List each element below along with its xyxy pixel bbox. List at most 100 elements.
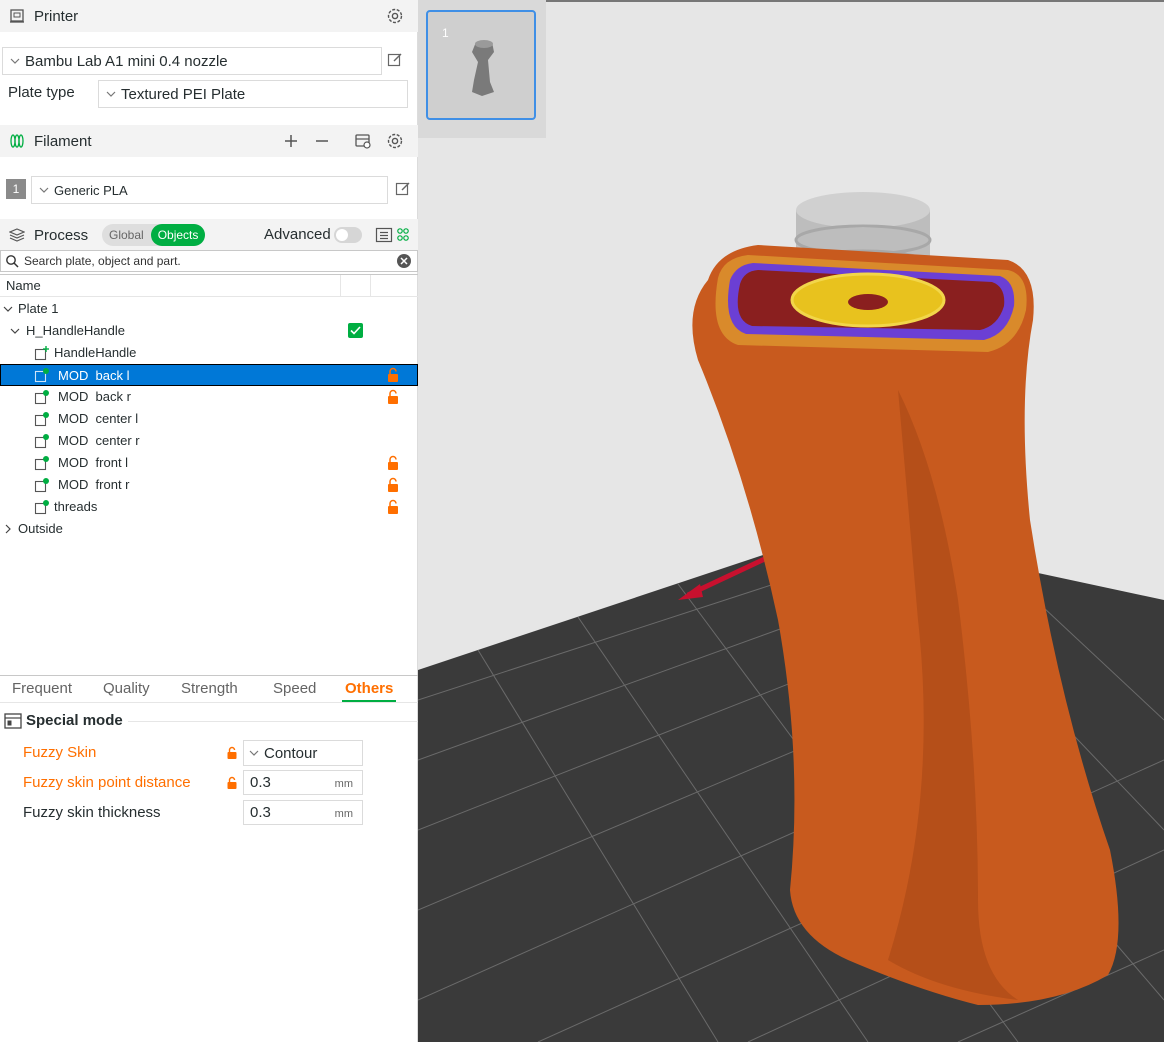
- search-placeholder: Search plate, object and part.: [24, 254, 181, 268]
- plate-type-label: Plate type: [8, 84, 75, 101]
- modifier-label: MOD front l: [58, 455, 129, 470]
- modifier-icon: [34, 434, 49, 449]
- part-icon: [34, 346, 49, 361]
- printer-title: Printer: [34, 7, 79, 25]
- printer-preset-value: Bambu Lab A1 mini 0.4 nozzle: [25, 52, 228, 70]
- chevron-down-icon: [249, 750, 259, 756]
- modifier-label: MOD front r: [58, 477, 130, 492]
- unlocked-icon[interactable]: [386, 477, 400, 493]
- advanced-label: Advanced: [264, 226, 331, 243]
- unit-label: mm: [334, 808, 353, 820]
- tree-row-modifier-selected[interactable]: MOD back l: [0, 364, 418, 386]
- scene-canvas[interactable]: [418, 0, 1164, 1042]
- tree-row-outside[interactable]: Outside: [0, 518, 418, 540]
- fuzzy-point-distance-label: Fuzzy skin point distance: [23, 774, 191, 791]
- tab-frequent[interactable]: Frequent: [12, 680, 72, 697]
- plate-type-select[interactable]: Textured PEI Plate: [98, 80, 408, 108]
- fuzzy-thickness-label: Fuzzy skin thickness: [23, 804, 161, 821]
- name-column-header[interactable]: Name: [6, 278, 41, 293]
- outside-label: Outside: [18, 521, 63, 536]
- search-icon: [6, 255, 19, 268]
- sync-ams-icon[interactable]: [354, 132, 372, 150]
- plate-type-value: Textured PEI Plate: [121, 85, 246, 103]
- modifier-label: MOD center r: [58, 433, 140, 448]
- modifier-icon: [34, 412, 49, 427]
- tree-row-modifier[interactable]: MOD back r: [0, 386, 418, 408]
- filament-slot-number[interactable]: 1: [6, 179, 26, 199]
- tree-row-object[interactable]: H_HandleHandle: [0, 320, 418, 342]
- tab-others[interactable]: Others: [345, 680, 393, 697]
- tree-row-modifier[interactable]: MOD center l: [0, 408, 418, 430]
- modifier-label: MOD back r: [58, 389, 131, 404]
- tab-quality[interactable]: Quality: [103, 680, 150, 697]
- unlocked-icon[interactable]: [386, 389, 400, 405]
- filament-icon: [8, 132, 26, 150]
- printer-icon: [8, 7, 26, 25]
- printable-checkbox[interactable]: [348, 323, 363, 338]
- special-mode-icon: [4, 713, 22, 729]
- tab-strength[interactable]: Strength: [181, 680, 238, 697]
- tree-row-modifier[interactable]: MOD front r: [0, 474, 418, 496]
- tree-row-part[interactable]: HandleHandle: [0, 342, 418, 364]
- tree-row-modifier[interactable]: MOD front l: [0, 452, 418, 474]
- edit-filament-icon[interactable]: [395, 181, 411, 197]
- modifier-icon: [34, 500, 49, 515]
- chevron-down-icon: [106, 91, 116, 97]
- fuzzy-point-distance-value: 0.3: [250, 774, 271, 791]
- modifier-icon: [34, 478, 49, 493]
- fuzzy-point-distance-input[interactable]: 0.3 mm: [243, 770, 363, 795]
- process-scope-toggle[interactable]: Global Objects: [102, 224, 206, 246]
- tree-row-plate[interactable]: Plate 1: [0, 298, 418, 320]
- global-mode-option[interactable]: Global: [102, 224, 151, 246]
- special-mode-title: Special mode: [26, 712, 123, 729]
- filament-title: Filament: [34, 132, 92, 150]
- printer-section-header: Printer: [0, 0, 418, 32]
- modifier-label: MOD center l: [58, 411, 139, 426]
- unlocked-icon[interactable]: [226, 776, 238, 790]
- filament-preset-value: Generic PLA: [54, 182, 128, 198]
- tree-row-modifier[interactable]: threads: [0, 496, 418, 518]
- tab-speed[interactable]: Speed: [273, 680, 316, 697]
- edit-printer-icon[interactable]: [387, 52, 403, 68]
- fuzzy-skin-value: Contour: [264, 744, 318, 762]
- parameter-table-icon[interactable]: [396, 227, 410, 243]
- settings-tabs: Frequent Quality Strength Speed Others: [0, 675, 418, 703]
- process-title: Process: [34, 226, 89, 244]
- modifier-label: MOD back l: [58, 368, 130, 383]
- chevron-right-icon[interactable]: [3, 524, 13, 534]
- modifier-icon: [34, 390, 49, 405]
- filament-preset-select[interactable]: Generic PLA: [31, 176, 388, 204]
- object-search-bar[interactable]: Search plate, object and part.: [0, 250, 418, 272]
- sidebar: Printer Bambu Lab A1 mini 0.4 nozzle Pla…: [0, 0, 418, 1042]
- advanced-switch[interactable]: [334, 227, 362, 243]
- modifier-label: threads: [54, 499, 98, 514]
- clear-search-icon[interactable]: [397, 254, 411, 268]
- modifier-icon: [34, 368, 49, 383]
- filament-settings-gear-icon[interactable]: [386, 132, 404, 150]
- tree-header: Name: [0, 275, 418, 297]
- tree-row-modifier[interactable]: MOD center r: [0, 430, 418, 452]
- fuzzy-skin-select[interactable]: Contour: [243, 740, 363, 766]
- modifier-icon: [34, 456, 49, 471]
- object-label: H_HandleHandle: [26, 323, 126, 338]
- fuzzy-thickness-value: 0.3: [250, 804, 271, 821]
- fuzzy-skin-label: Fuzzy Skin: [23, 744, 97, 761]
- objects-mode-option[interactable]: Objects: [150, 224, 206, 246]
- unlocked-icon[interactable]: [386, 455, 400, 471]
- 3d-viewport[interactable]: 1: [418, 0, 1164, 1042]
- unlocked-icon[interactable]: [386, 499, 400, 515]
- unlocked-icon[interactable]: [226, 746, 238, 760]
- fuzzy-thickness-input[interactable]: 0.3 mm: [243, 800, 363, 825]
- remove-filament-icon[interactable]: [313, 132, 331, 150]
- printer-preset-select[interactable]: Bambu Lab A1 mini 0.4 nozzle: [2, 47, 382, 75]
- active-tab-indicator: [342, 700, 396, 702]
- add-filament-icon[interactable]: [282, 132, 300, 150]
- chevron-down-icon: [10, 58, 20, 64]
- chevron-down-icon[interactable]: [3, 304, 13, 314]
- compare-list-icon[interactable]: [375, 226, 393, 244]
- chevron-down-icon[interactable]: [10, 326, 20, 336]
- unlocked-icon[interactable]: [386, 367, 400, 383]
- printer-settings-gear-icon[interactable]: [386, 7, 404, 25]
- process-layers-icon: [8, 226, 26, 244]
- part-label: HandleHandle: [54, 345, 137, 360]
